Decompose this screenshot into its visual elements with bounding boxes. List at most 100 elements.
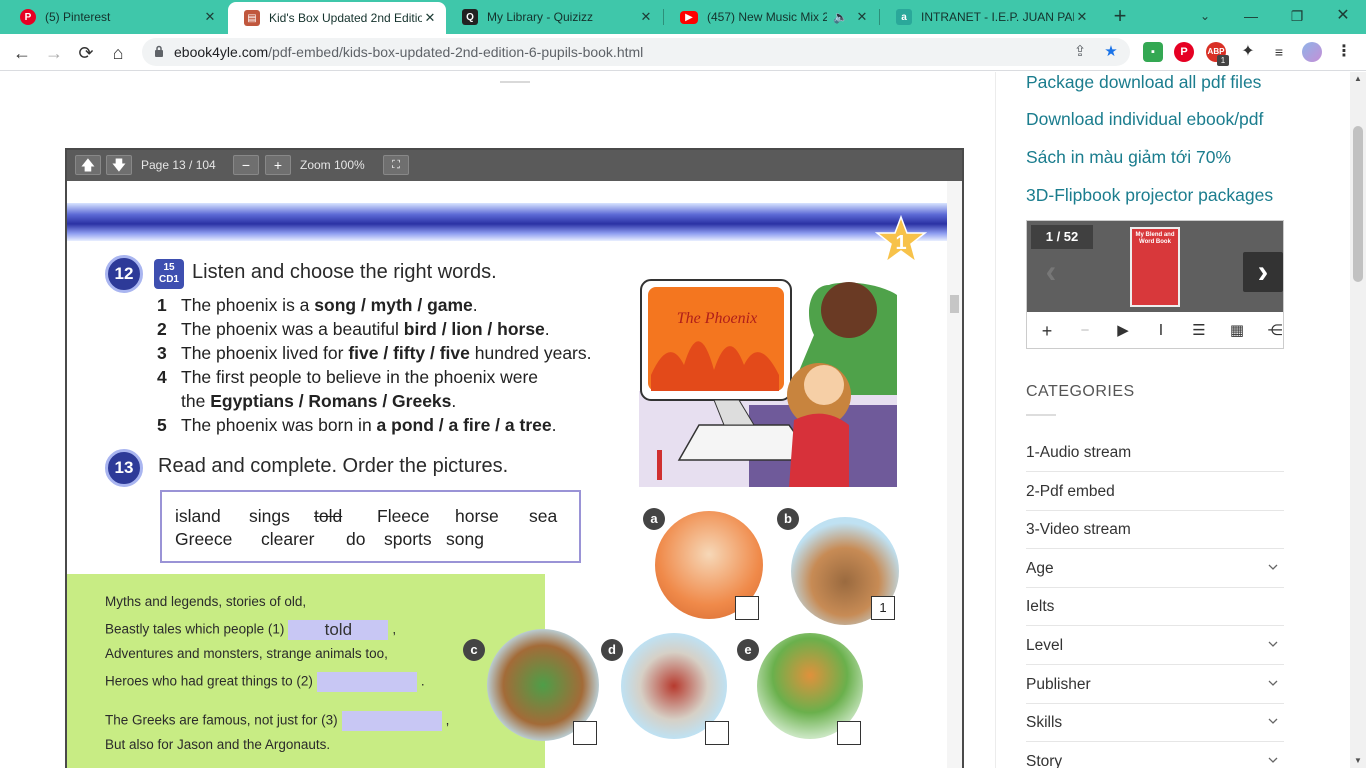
zoom-in-button[interactable]: + xyxy=(265,155,291,175)
ebook-icon: ▤ xyxy=(244,10,260,26)
address-bar[interactable]: ebook4yle.com/pdf-embed/kids-box-updated… xyxy=(142,38,1130,66)
zoom-in-icon[interactable]: + xyxy=(1038,322,1056,340)
order-answer-box[interactable] xyxy=(705,721,729,745)
category-item[interactable]: Level xyxy=(1026,627,1284,665)
answer-options[interactable]: song / myth / game xyxy=(314,295,473,315)
chevron-down-icon[interactable] xyxy=(1268,716,1278,726)
tab-intranet[interactable]: a INTRANET - I.E.P. JUAN PABLO ✕ xyxy=(880,0,1098,34)
play-icon[interactable]: ▶ xyxy=(1114,322,1132,340)
tab-search-button[interactable]: ⌄ xyxy=(1182,0,1228,34)
close-icon[interactable]: ✕ xyxy=(638,9,654,25)
previous-page-button[interactable]: 🡅 xyxy=(75,155,101,175)
share-icon[interactable]: ⇪ xyxy=(1071,43,1089,61)
tab-youtube[interactable]: ▶ (457) New Music Mix 2022 🔈 ✕ xyxy=(664,0,878,34)
flipbook-next-icon[interactable]: › xyxy=(1243,252,1283,292)
pdf-page[interactable]: 1 12 15 CD1 Listen and choose the right … xyxy=(67,181,947,768)
tab-pinterest[interactable]: P (5) Pinterest ✕ xyxy=(4,0,226,34)
category-item[interactable]: Story xyxy=(1026,743,1284,768)
answer-blank[interactable]: told xyxy=(288,620,389,640)
fullscreen-button[interactable]: ⛶ xyxy=(383,155,409,175)
maximize-button[interactable]: ❐ xyxy=(1274,0,1320,34)
share-icon[interactable]: ⋲ xyxy=(1266,322,1284,340)
tab-title: My Library - Quizizz xyxy=(487,10,594,24)
scroll-up-arrow-icon[interactable]: ▲ xyxy=(1350,72,1366,86)
page-scroll-thumb[interactable] xyxy=(1353,126,1363,282)
grid-view-icon[interactable]: ▦ xyxy=(1228,322,1246,340)
order-answer-box[interactable]: 1 xyxy=(871,596,895,620)
page-scrollbar[interactable]: ▲ ▼ xyxy=(1350,72,1366,768)
category-item[interactable]: Ielts xyxy=(1026,588,1284,627)
new-tab-button[interactable]: + xyxy=(1108,5,1132,29)
back-button[interactable]: ← xyxy=(8,39,36,67)
word-bank-word: clearer xyxy=(261,529,315,549)
close-window-button[interactable]: ✕ xyxy=(1320,0,1366,34)
answer-options[interactable]: bird / lion / horse xyxy=(404,319,545,339)
question-row: 1 The phoenix is a song / myth / game. xyxy=(157,295,478,316)
avatar[interactable] xyxy=(1302,42,1322,62)
chevron-down-icon[interactable] xyxy=(1268,678,1278,688)
link-flipbook-projector[interactable]: 3D-Flipbook projector packages xyxy=(1026,185,1273,206)
link-download-individual[interactable]: Download individual ebook/pdf xyxy=(1026,109,1263,130)
tab-quizizz[interactable]: Q My Library - Quizizz ✕ xyxy=(446,0,662,34)
bookmark-star-icon[interactable]: ★ xyxy=(1102,43,1120,61)
tab-kids-box[interactable]: ▤ Kid's Box Updated 2nd Edition ✕ xyxy=(228,2,446,34)
reload-button[interactable]: ⟳ xyxy=(72,39,100,67)
next-page-button[interactable]: 🡇 xyxy=(106,155,132,175)
link-printed-books-sale[interactable]: Sách in màu giảm tới 70% xyxy=(1026,147,1231,168)
flipbook-cover[interactable]: My Blend and Word Book xyxy=(1130,227,1180,307)
menu-icon[interactable]: ⋮ xyxy=(1334,42,1354,62)
scroll-down-arrow-icon[interactable]: ▼ xyxy=(1350,754,1366,768)
poem-text: Heroes who had great things to (2) xyxy=(105,673,313,689)
answer-blank[interactable] xyxy=(341,711,442,731)
exercise-13-title: Read and complete. Order the pictures. xyxy=(158,455,509,477)
link-package-download[interactable]: Package download all pdf files xyxy=(1026,72,1261,93)
question-row: 4 The first people to believe in the phoe… xyxy=(157,367,538,388)
flipbook-prev-icon[interactable]: ‹ xyxy=(1031,252,1071,292)
media-queue-icon[interactable]: ≡ xyxy=(1269,42,1289,62)
close-icon[interactable]: ✕ xyxy=(854,9,870,25)
zoom-out-button[interactable]: − xyxy=(233,155,259,175)
text-cursor-icon[interactable]: Ⅰ xyxy=(1152,322,1170,340)
category-item[interactable]: Skills xyxy=(1026,704,1284,743)
category-label: Ielts xyxy=(1026,598,1055,616)
flipbook-stage: 1 / 52 ‹ My Blend and Word Book › xyxy=(1027,221,1283,312)
category-item[interactable]: 3-Video stream xyxy=(1026,511,1284,550)
answer-options[interactable]: five / fifty / five xyxy=(348,343,470,363)
category-item[interactable]: Publisher xyxy=(1026,666,1284,704)
order-answer-box[interactable] xyxy=(837,721,861,745)
forward-button[interactable]: → xyxy=(40,39,68,67)
puzzle-icon[interactable]: ✦ xyxy=(1238,42,1258,62)
quizizz-icon: Q xyxy=(462,9,478,25)
table-of-contents-icon[interactable]: ☰ xyxy=(1190,322,1208,340)
extension-green-icon[interactable]: ▪ xyxy=(1143,42,1163,62)
poem-punct: . xyxy=(420,673,425,689)
minimize-button[interactable]: — xyxy=(1228,0,1274,34)
answer-options[interactable]: Egyptians / Romans / Greeks xyxy=(210,391,451,411)
close-icon[interactable]: ✕ xyxy=(1074,9,1090,25)
chevron-down-icon[interactable] xyxy=(1268,639,1278,649)
answer-blank[interactable] xyxy=(316,672,417,692)
pdf-toolbar: 🡅 🡇 Page 13 / 104 − + Zoom 100% ⛶ xyxy=(67,150,962,181)
category-item[interactable]: 1-Audio stream xyxy=(1026,434,1284,472)
home-button[interactable]: ⌂ xyxy=(104,39,132,67)
chevron-down-icon[interactable] xyxy=(1268,562,1278,572)
close-icon[interactable]: ✕ xyxy=(202,9,218,25)
question-text: the xyxy=(181,391,211,411)
pinterest-icon: P xyxy=(20,9,36,25)
order-answer-box[interactable] xyxy=(735,596,759,620)
category-item[interactable]: 2-Pdf embed xyxy=(1026,473,1284,511)
pdf-scroll-thumb[interactable] xyxy=(950,295,959,313)
zoom-out-icon[interactable]: − xyxy=(1076,322,1094,340)
category-item[interactable]: Age xyxy=(1026,550,1284,588)
pinterest-extension-icon[interactable]: P xyxy=(1174,42,1194,62)
tab-title: INTRANET - I.E.P. JUAN PABLO xyxy=(921,10,1074,24)
question-text: The phoenix is a xyxy=(181,295,315,315)
word-bank-word: told xyxy=(314,506,343,526)
extension-count-badge: 1 xyxy=(1217,55,1229,66)
pdf-scrollbar[interactable] xyxy=(947,181,962,768)
answer-options[interactable]: a pond / a fire / a tree xyxy=(377,415,552,435)
speaker-icon[interactable]: 🔈 xyxy=(833,10,848,24)
chevron-down-icon[interactable] xyxy=(1268,755,1278,765)
order-answer-box[interactable] xyxy=(573,721,597,745)
close-icon[interactable]: ✕ xyxy=(422,10,438,26)
